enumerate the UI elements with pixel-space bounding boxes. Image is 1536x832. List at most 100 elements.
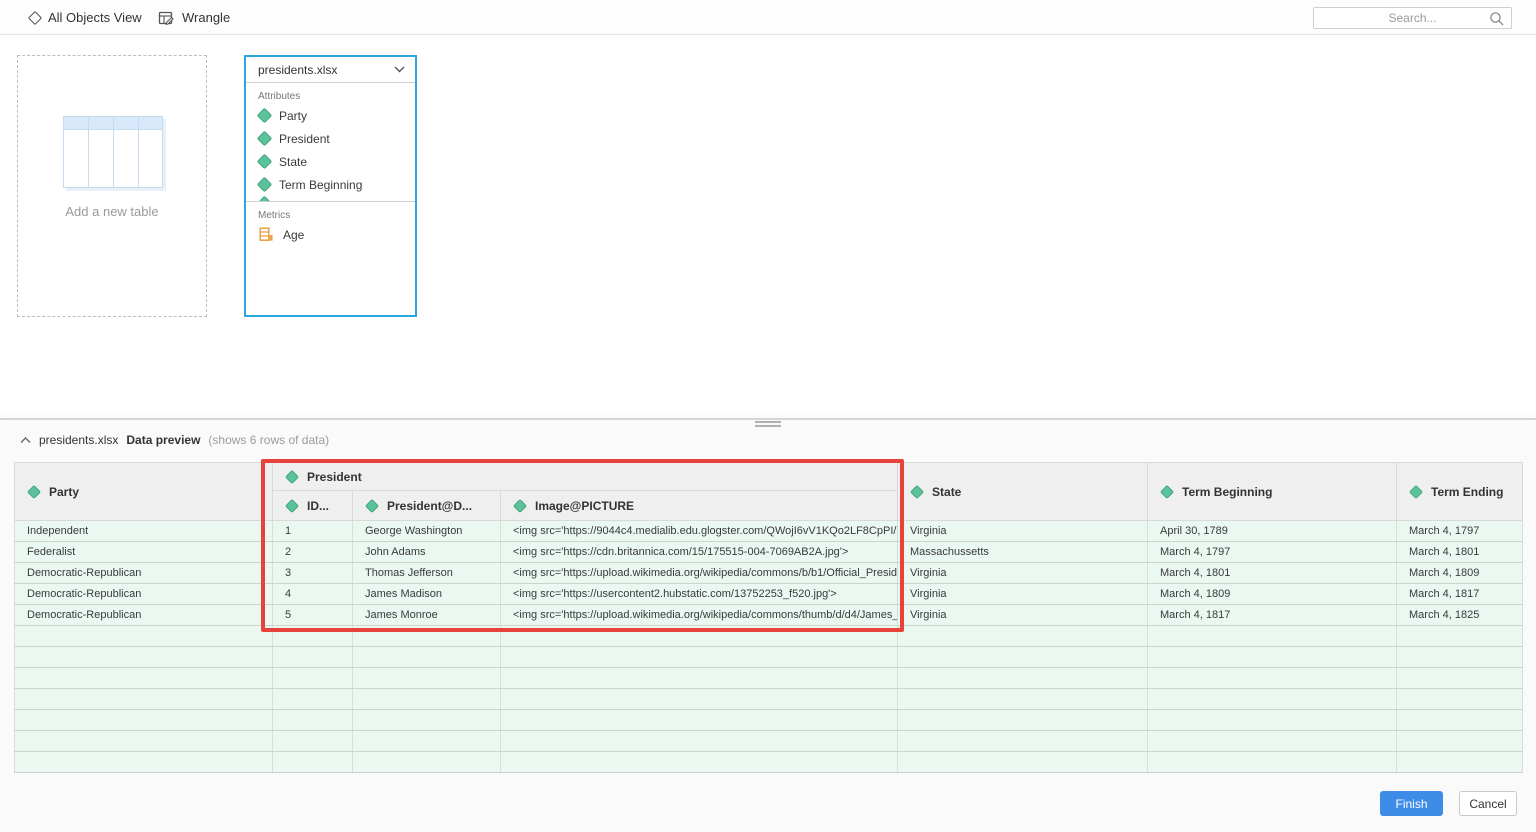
table-cell: March 4, 1809 (1397, 563, 1523, 584)
attribute-item-president[interactable]: President (246, 127, 415, 150)
empty-table-row (15, 752, 1523, 773)
search-box (1313, 7, 1512, 29)
attribute-item-party[interactable]: Party (246, 104, 415, 127)
attribute-icon (285, 469, 299, 483)
table-cell: 1 (273, 521, 353, 542)
table-row: Democratic-Republican5James Monroe<img s… (15, 605, 1523, 626)
table-cell: March 4, 1797 (1148, 542, 1397, 563)
empty-table-cell (898, 752, 1148, 773)
table-cell: March 4, 1817 (1397, 584, 1523, 605)
table-cell: Federalist (15, 542, 273, 563)
collapse-chevron-icon[interactable] (20, 437, 31, 444)
attributes-section-label: Attributes (246, 83, 415, 104)
empty-table-cell (273, 647, 353, 668)
dataset-selector[interactable]: presidents.xlsx (246, 57, 415, 83)
empty-table-cell (1148, 668, 1397, 689)
attribute-label: Term Beginning (279, 178, 362, 192)
search-input[interactable] (1314, 8, 1511, 28)
attribute-icon (27, 484, 41, 498)
table-cell: <img src='https://upload.wikimedia.org/w… (501, 563, 898, 584)
table-cell: 5 (273, 605, 353, 626)
table-cell: March 4, 1809 (1148, 584, 1397, 605)
preview-table: Party President State Term Beginning Ter… (14, 462, 1523, 773)
empty-table-cell (1397, 710, 1523, 731)
table-cell: March 4, 1801 (1148, 563, 1397, 584)
empty-table-row (15, 710, 1523, 731)
wrangle-label: Wrangle (182, 10, 230, 25)
empty-table-cell (15, 626, 273, 647)
empty-table-cell (15, 731, 273, 752)
preview-title-bar: presidents.xlsx Data preview (shows 6 ro… (20, 433, 329, 447)
empty-table-cell (1397, 647, 1523, 668)
table-row: Federalist2John Adams<img src='https://c… (15, 542, 1523, 563)
all-objects-view-label: All Objects View (48, 10, 142, 25)
empty-table-cell (1397, 626, 1523, 647)
empty-table-cell (898, 689, 1148, 710)
table-cell: Thomas Jefferson (353, 563, 501, 584)
column-header-term-beginning[interactable]: Term Beginning (1148, 463, 1397, 521)
column-header-party[interactable]: Party (15, 463, 273, 521)
empty-table-cell (1148, 647, 1397, 668)
empty-table-cell (501, 752, 898, 773)
metrics-section-label: Metrics (246, 202, 415, 223)
column-group-header-president[interactable]: President (273, 463, 898, 491)
finish-button[interactable]: Finish (1380, 791, 1443, 816)
table-cell: Massachussetts (898, 542, 1148, 563)
empty-table-cell (501, 647, 898, 668)
table-row: Democratic-Republican3Thomas Jefferson<i… (15, 563, 1523, 584)
cancel-button[interactable]: Cancel (1459, 791, 1517, 816)
all-objects-view-button[interactable]: All Objects View (24, 0, 148, 35)
empty-table-cell (898, 626, 1148, 647)
empty-table-cell (353, 668, 501, 689)
empty-table-cell (501, 689, 898, 710)
attribute-icon (257, 154, 273, 170)
empty-table-cell (898, 668, 1148, 689)
table-row: Democratic-Republican4James Madison<img … (15, 584, 1523, 605)
empty-table-cell (1397, 731, 1523, 752)
empty-table-cell (898, 647, 1148, 668)
table-cell: Democratic-Republican (15, 605, 273, 626)
wrangle-icon (158, 10, 174, 26)
table-cell: John Adams (353, 542, 501, 563)
wrangle-button[interactable]: Wrangle (152, 0, 236, 35)
empty-table-cell (15, 647, 273, 668)
column-header-president-d[interactable]: President@D... (353, 491, 501, 521)
empty-table-cell (898, 710, 1148, 731)
column-header-term-ending[interactable]: Term Ending (1397, 463, 1523, 521)
empty-table-row (15, 647, 1523, 668)
attribute-label: State (279, 155, 307, 169)
metric-item-age[interactable]: Age (246, 223, 415, 246)
empty-table-cell (1148, 731, 1397, 752)
empty-table-cell (353, 752, 501, 773)
table-cell: Democratic-Republican (15, 584, 273, 605)
metric-icon (259, 227, 274, 242)
attribute-item-state[interactable]: State (246, 150, 415, 173)
column-header-id[interactable]: ID... (273, 491, 353, 521)
add-table-label: Add a new table (18, 204, 206, 219)
empty-table-cell (1148, 626, 1397, 647)
column-header-state[interactable]: State (898, 463, 1148, 521)
empty-table-cell (273, 626, 353, 647)
empty-table-cell (898, 731, 1148, 752)
attribute-item-term-beginning[interactable]: Term Beginning (246, 173, 415, 196)
column-header-image-picture[interactable]: Image@PICTURE (501, 491, 898, 521)
empty-table-cell (353, 647, 501, 668)
table-cell: Virginia (898, 563, 1148, 584)
top-toolbar: All Objects View Wrangle (0, 0, 1536, 35)
add-new-table-dropzone[interactable]: Add a new table (17, 55, 207, 317)
empty-table-row (15, 689, 1523, 710)
attribute-icon (257, 108, 273, 124)
empty-table-cell (1397, 689, 1523, 710)
empty-table-cell (501, 668, 898, 689)
table-cell: Virginia (898, 521, 1148, 542)
preview-table-body: Independent1George Washington<img src='h… (15, 521, 1523, 773)
attribute-label: President (279, 132, 330, 146)
splitter-drag-handle[interactable] (755, 421, 781, 429)
splitter-line (0, 418, 1536, 420)
search-icon[interactable] (1489, 11, 1505, 27)
attribute-icon (1409, 484, 1423, 498)
table-cell: <img src='https://cdn.britannica.com/15/… (501, 542, 898, 563)
table-cell: March 4, 1817 (1148, 605, 1397, 626)
dataset-file-name: presidents.xlsx (258, 63, 337, 77)
empty-table-cell (353, 710, 501, 731)
